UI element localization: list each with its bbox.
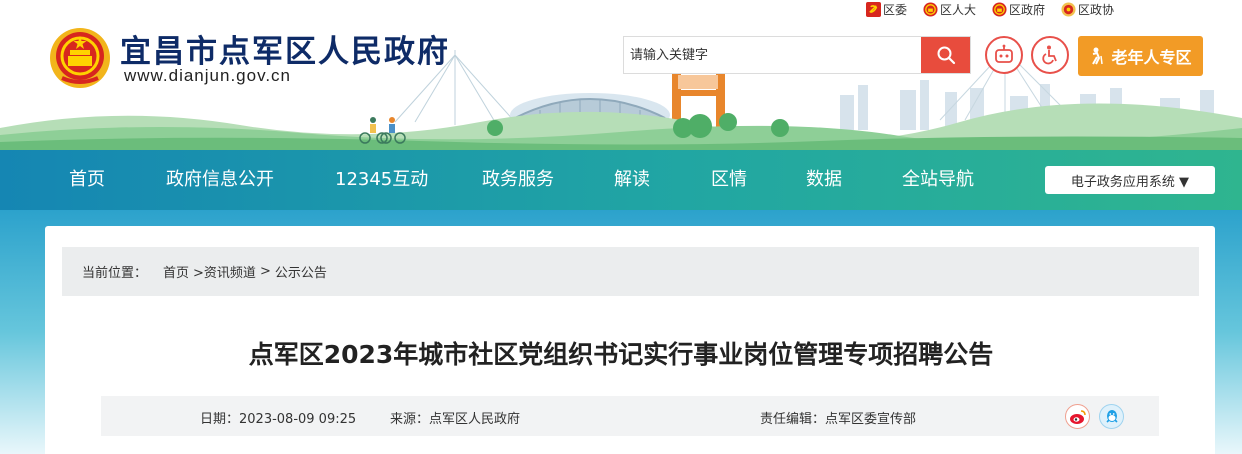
breadcrumb-news-channel[interactable]: >资讯频道 [193,262,256,281]
wheelchair-icon [1042,45,1057,65]
article-meta-bar: 日期：2023-08-09 09:25 来源：点军区人民政府 责任编辑：点军区委… [101,396,1159,436]
nav-item-home[interactable]: 首页 [69,150,105,210]
national-emblem-icon [992,1,1007,17]
accessibility-button[interactable] [1031,36,1069,74]
toplink-cppcc[interactable]: 区政协 [1061,0,1114,18]
robot-icon [995,44,1013,63]
breadcrumb-announcements[interactable]: 公示公告 [275,262,327,281]
toplink-label: 区政协 [1078,2,1115,17]
national-emblem-logo [50,28,110,88]
site-header: 区委 区人大 区政府 区政协 宜昌市点军区人民政府 www.dianjun.go… [0,0,1242,150]
top-links: 区委 区人大 区政府 区政协 [866,0,1114,18]
elder-zone-label: 老年人专区 [1111,48,1192,67]
nav-item-12345[interactable]: 12345互动 [335,150,428,210]
share-weibo-button[interactable] [1065,404,1090,429]
toplink-label: 区委 [883,2,908,17]
elder-zone-button[interactable]: 老年人专区 [1078,36,1203,76]
nav-item-district-info[interactable]: 区情 [711,150,747,210]
toplink-government[interactable]: 区政府 [992,0,1045,18]
site-title: 宜昌市点军区人民政府 [120,34,450,70]
article-date: 日期：2023-08-09 09:25 [200,412,357,427]
elder-icon [1092,47,1104,65]
nav-item-data[interactable]: 数据 [806,150,842,210]
egov-systems-dropdown[interactable]: 电子政务应用系统 ▼ [1045,166,1215,194]
nav-item-gov-info[interactable]: 政府信息公开 [166,150,274,210]
toplink-npc[interactable]: 区人大 [923,0,976,18]
qq-icon [1105,409,1118,423]
article-title: 点军区2023年城市社区党组织书记实行事业岗位管理专项招聘公告 [248,340,994,369]
nav-item-interpretation[interactable]: 解读 [614,150,650,210]
nav-item-services[interactable]: 政务服务 [482,150,554,210]
search-box [623,36,971,74]
party-emblem-icon [866,1,881,17]
breadcrumb-separator: > [259,264,271,279]
robot-assistant-button[interactable] [985,36,1023,74]
toplink-label: 区政府 [1009,2,1046,17]
share-qq-button[interactable] [1099,404,1124,429]
search-button[interactable] [921,37,970,73]
toplink-label: 区人大 [940,2,977,17]
breadcrumb: 当前位置： 首页 >资讯频道 > 公示公告 [62,247,1199,296]
site-url: www.dianjun.gov.cn [124,66,291,85]
cppcc-emblem-icon [1061,1,1076,17]
search-input[interactable] [624,37,921,73]
article-source: 来源：点军区人民政府 [390,412,521,427]
toplink-party-committee[interactable]: 区委 [866,0,907,18]
national-emblem-icon [923,1,938,17]
breadcrumb-label: 当前位置： [82,266,148,281]
weibo-icon [1069,409,1086,424]
article-editor: 责任编辑：点军区委宣传部 [760,412,917,427]
nav-item-sitemap[interactable]: 全站导航 [902,150,974,210]
search-icon [937,46,955,65]
breadcrumb-home[interactable]: 首页 [163,262,189,281]
